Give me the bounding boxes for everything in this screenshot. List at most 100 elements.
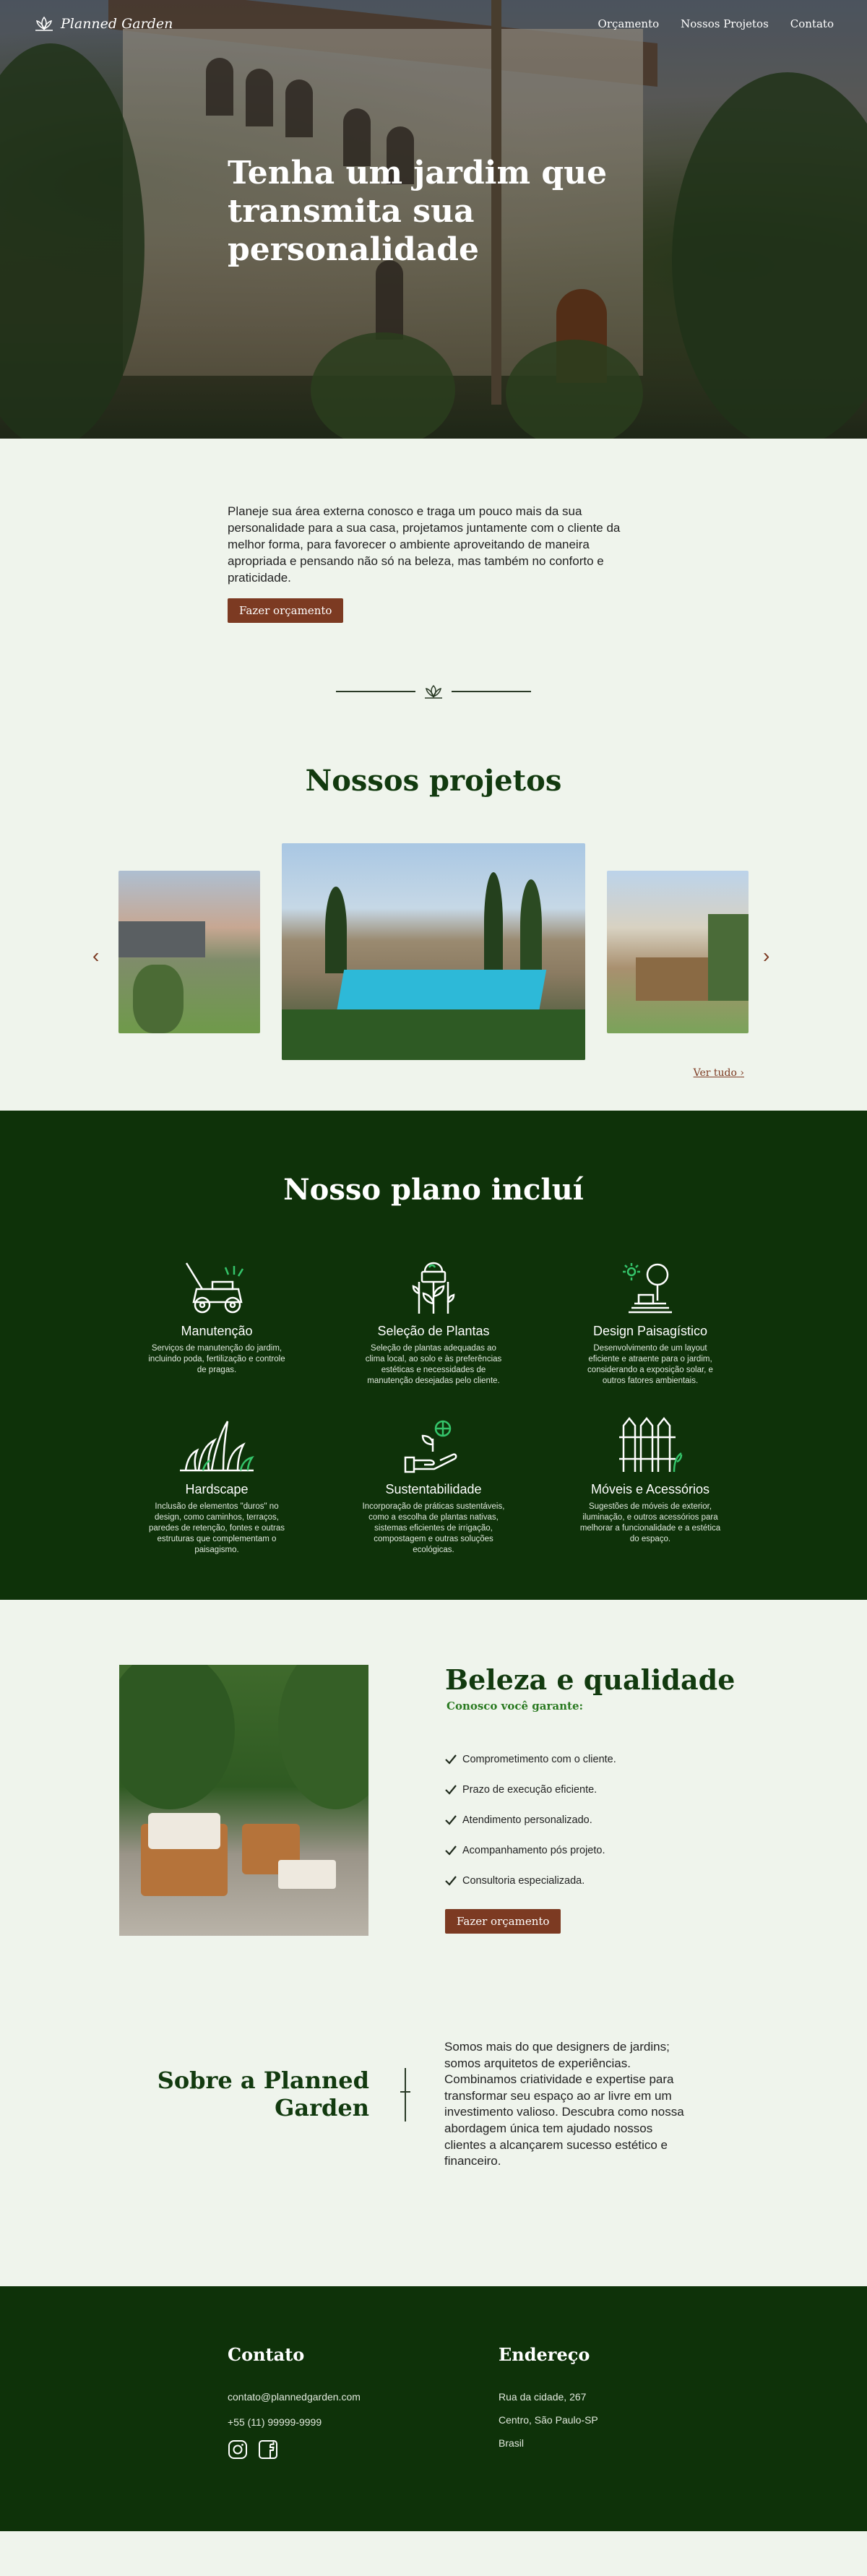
- shrub-shape: [133, 965, 184, 1033]
- intro-text: Planeje sua área externa conosco e traga…: [228, 504, 621, 585]
- ottoman-shape: [278, 1860, 336, 1889]
- facebook-icon[interactable]: [258, 2439, 278, 2460]
- top-nav: Planned Garden Orçamento Nossos Projetos…: [0, 0, 867, 48]
- check-icon: [445, 1815, 457, 1825]
- lawnmower-icon: [108, 1257, 325, 1315]
- fence-icon: [542, 1416, 759, 1473]
- carousel-next-icon[interactable]: ›: [763, 944, 769, 968]
- about-text: Somos mais do que designers de jardins; …: [444, 2040, 684, 2168]
- arrow-right-icon: ›: [740, 1067, 744, 1079]
- project-image-desert-house[interactable]: [118, 871, 260, 1033]
- plan-item-title: Hardscape: [185, 1481, 249, 1496]
- grass-icon: [108, 1416, 325, 1473]
- projects-carousel: ‹ ›: [0, 843, 867, 1060]
- project-image-patio[interactable]: [607, 871, 749, 1033]
- check-icon: [445, 1754, 457, 1765]
- footer-address-title: Endereço: [499, 2344, 590, 2365]
- plan-item-text: Seleção de plantas adequadas ao clima lo…: [365, 1344, 502, 1385]
- list-item-label: Acompanhamento pós projeto.: [462, 1845, 605, 1856]
- instagram-icon[interactable]: [228, 2439, 248, 2460]
- sustainability-icon: [325, 1416, 542, 1473]
- plan-item-text: Desenvolvimento de um layout eficiente e…: [587, 1344, 713, 1385]
- plan-section: Nosso plano incluí Manutenção Serviços d…: [0, 1111, 867, 1600]
- cypress-shape: [520, 879, 542, 973]
- foreground-plants-shape: [282, 1009, 585, 1060]
- divider-line: [452, 691, 531, 692]
- logo-text: Planned Garden: [61, 16, 173, 32]
- plan-item-text: Inclusão de elementos "duros" no design,…: [149, 1502, 285, 1554]
- footer: Contato contato@plannedgarden.com +55 (1…: [0, 2286, 867, 2531]
- plan-item-furniture: Móveis e Acessórios Sugestões de móveis …: [542, 1416, 759, 1556]
- list-item: Comprometimento com o cliente.: [445, 1744, 616, 1775]
- plan-item-hardscape: Hardscape Inclusão de elementos "duros" …: [108, 1416, 325, 1556]
- quote-button-quality[interactable]: Fazer orçamento: [445, 1909, 561, 1934]
- plan-item-text: Sugestões de móveis de exterior, ilumina…: [579, 1502, 721, 1543]
- nav-link-orcamento[interactable]: Orçamento: [598, 17, 660, 30]
- see-all-link[interactable]: Ver tudo ›: [694, 1067, 744, 1079]
- projects-title: Nossos projetos: [305, 764, 562, 798]
- landscape-design-icon: [542, 1257, 759, 1315]
- plan-item-title: Móveis e Acessórios: [590, 1481, 710, 1496]
- list-item: Atendimento personalizado.: [445, 1805, 616, 1835]
- plan-item-landscape-design: Design Paisagístico Desenvolvimento de u…: [542, 1257, 759, 1387]
- plan-item-title: Seleção de Plantas: [377, 1324, 490, 1338]
- plan-item-title: Design Paisagístico: [592, 1324, 708, 1338]
- plan-item-plant-selection: Seleção de Plantas Seleção de plantas ad…: [325, 1257, 542, 1387]
- plan-item-title: Manutenção: [181, 1324, 253, 1338]
- check-icon: [445, 1845, 457, 1856]
- footer-email-link[interactable]: contato@plannedgarden.com: [228, 2391, 361, 2403]
- social-links: [228, 2439, 278, 2460]
- plan-item-maintenance: Manutenção Serviços de manutenção do jar…: [108, 1257, 325, 1387]
- logo[interactable]: Planned Garden: [33, 16, 173, 32]
- house-shape: [118, 921, 205, 957]
- patio-table-shape: [636, 957, 715, 1001]
- plan-item-sustainability: Sustentabilidade Incorporação de prática…: [325, 1416, 542, 1556]
- lotus-logo-icon: [35, 16, 53, 31]
- cypress-shape: [484, 872, 503, 973]
- cushion-shape: [148, 1813, 220, 1849]
- plan-title: Nosso plano incluí: [283, 1173, 584, 1207]
- project-image-pool[interactable]: [282, 843, 585, 1060]
- quality-section: Beleza e qualidade Conosco você garante:…: [0, 1600, 867, 1976]
- plan-item-text: Serviços de manutenção do jardim, inclui…: [148, 1344, 285, 1374]
- nav-link-projetos[interactable]: Nossos Projetos: [681, 17, 769, 30]
- quality-image-patio: [119, 1665, 368, 1936]
- quote-button[interactable]: Fazer orçamento: [228, 598, 344, 623]
- hero-section: Planned Garden Orçamento Nossos Projetos…: [0, 0, 867, 439]
- check-icon: [445, 1785, 457, 1795]
- plan-grid: Manutenção Serviços de manutenção do jar…: [108, 1257, 759, 1555]
- footer-phone-link[interactable]: +55 (11) 99999-9999: [228, 2416, 322, 2428]
- plan-item-title: Sustentabilidade: [385, 1481, 482, 1496]
- list-item-label: Atendimento personalizado.: [462, 1814, 592, 1826]
- see-all-label: Ver tudo: [693, 1067, 737, 1079]
- about-divider-tick: [400, 2091, 410, 2093]
- hedge-shape: [708, 914, 749, 1001]
- plant-selection-icon: [325, 1257, 542, 1315]
- foliage-shape: [119, 1665, 235, 1809]
- carousel-prev-icon[interactable]: ‹: [92, 944, 99, 968]
- check-icon: [445, 1876, 457, 1886]
- nav-link-contato[interactable]: Contato: [790, 17, 834, 30]
- quality-subtitle: Conosco você garante:: [447, 1700, 584, 1713]
- address-line: Brasil: [499, 2437, 525, 2449]
- foliage-shape: [278, 1665, 368, 1809]
- hero-title: Tenha um jardim que transmita sua person…: [228, 155, 608, 268]
- list-item-label: Comprometimento com o cliente.: [462, 1754, 616, 1765]
- list-item-label: Consultoria especializada.: [462, 1875, 585, 1887]
- address-line: Centro, São Paulo-SP: [499, 2414, 598, 2426]
- list-item: Consultoria especializada.: [445, 1866, 616, 1896]
- list-item-label: Prazo de execução eficiente.: [462, 1784, 598, 1796]
- about-section: Sobre a Planned Garden Somos mais do que…: [0, 1976, 867, 2286]
- list-item: Prazo de execução eficiente.: [445, 1775, 616, 1805]
- nav-links: Orçamento Nossos Projetos Contato: [598, 17, 834, 30]
- footer-contact-title: Contato: [228, 2344, 305, 2365]
- cypress-shape: [325, 887, 347, 973]
- quality-title: Beleza e qualidade: [445, 1663, 736, 1696]
- address-line: Rua da cidade, 267: [499, 2391, 587, 2403]
- list-item: Acompanhamento pós projeto.: [445, 1835, 616, 1866]
- guarantee-list: Comprometimento com o cliente. Prazo de …: [445, 1744, 616, 1896]
- section-divider: [336, 684, 531, 699]
- plan-item-text: Incorporação de práticas sustentáveis, c…: [362, 1502, 505, 1554]
- divider-line: [336, 691, 415, 692]
- intro-section: Planeje sua área externa conosco e traga…: [0, 439, 867, 1111]
